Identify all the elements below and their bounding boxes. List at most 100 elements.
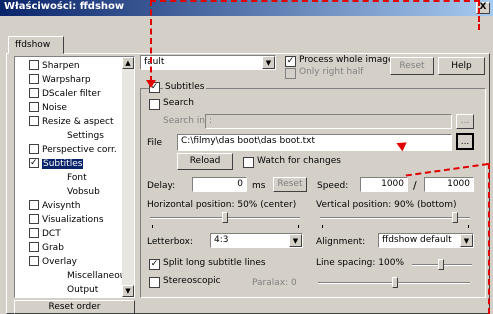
scroll-down-icon[interactable]: ▼ [122,285,134,297]
tree-item-label: Warpsharp [42,75,91,85]
delay-reset-button[interactable]: Reset [273,177,307,192]
search-browse-button[interactable]: ... [456,114,474,129]
letterbox-label: Letterbox: [147,237,193,247]
letterbox-value: 4:3 [214,235,229,245]
annotation-line [488,163,490,314]
tree-item-label: Sharpen [42,61,80,71]
search-checkbox[interactable] [149,99,160,110]
annotation-line [150,0,152,82]
tree-scrollbar[interactable]: ▲ ▼ [122,57,134,297]
tree-item-label: Vobsub [67,187,100,197]
tree-item-label: Settings [67,131,104,141]
tree-item[interactable]: Resize & aspect [15,115,123,129]
delay-unit: ms [252,181,266,191]
watch-label: Watch for changes [257,156,341,166]
reset-button[interactable]: Reset [390,57,434,75]
tree-item-label: Font [67,173,87,183]
file-browse-button[interactable]: ... [456,133,474,150]
vpos-slider[interactable] [452,212,458,223]
tree-item[interactable]: Warpsharp [15,73,123,87]
tree-item[interactable]: Vobsub [15,185,123,199]
title-bar: Właściwości: ffdshow X [0,0,493,16]
tree-item-label: Avisynth [42,201,81,211]
tree-item-checkbox[interactable] [29,241,39,252]
split-long-label: Split long subtitle lines [163,258,266,268]
speed-denominator[interactable]: 1000 [424,177,474,192]
hpos-tick [152,225,153,228]
tree-item[interactable]: Overlay [15,255,123,269]
tree-item-checkbox[interactable] [29,156,39,170]
tree-item-checkbox[interactable] [29,213,39,224]
tree-item[interactable]: Miscellaneous [15,269,130,283]
parallax-label: Paralax: 0 [252,278,297,288]
tree-item-label: Noise [42,103,67,113]
tree-item[interactable]: DScaler filter [15,87,123,101]
tree-item-checkbox[interactable] [29,227,39,238]
tree-item-checkbox[interactable] [29,115,39,126]
tree-item-label: DScaler filter [42,89,101,99]
chevron-down-icon: ▼ [460,234,473,247]
reload-button[interactable]: Reload [177,153,233,170]
tree-item-label: DCT [42,229,61,239]
tree-item-checkbox[interactable] [29,255,39,266]
chevron-down-icon: ▼ [262,56,275,69]
parallax-slider[interactable] [392,277,398,288]
hpos-tick [298,225,299,228]
tree-item-checkbox[interactable] [29,143,39,154]
vpos-tick [322,225,323,228]
watch-checkbox[interactable] [243,157,254,168]
only-right-checkbox[interactable] [285,68,296,79]
tree-item-label: Perspective corr. [42,145,117,155]
tab-ffdshow[interactable]: ffdshow [8,36,64,54]
tree-item[interactable]: DCT [15,227,123,241]
file-field[interactable]: C:\filmy\das boot\das boot.txt [177,134,452,151]
scroll-up-icon[interactable]: ▲ [122,57,134,69]
tree-item[interactable]: Font [15,171,123,185]
vpos-label: Vertical position: 90% (bottom) [316,200,457,210]
hpos-label: Horizontal position: 50% (center) [147,200,297,210]
letterbox-combo[interactable]: 4:3 ▼ [210,233,303,248]
annotation-line [478,0,480,30]
tree-item-label: Visualizations [42,215,104,225]
hpos-slider[interactable] [222,212,228,223]
help-button[interactable]: Help [438,57,485,75]
tree-item-checkbox[interactable] [29,59,39,70]
search-label: Search [163,98,194,108]
tree-item-checkbox[interactable] [29,199,39,210]
preset-value: fault [144,57,165,67]
tree-item[interactable]: Subtitles [15,156,123,171]
speed-numerator[interactable]: 1000 [360,177,408,192]
tree-item-label: Resize & aspect [42,117,114,127]
vpos-tick [468,225,469,228]
alignment-label: Alignment: [316,237,366,247]
chevron-down-icon: ▼ [289,234,302,247]
alignment-combo[interactable]: ffdshow default ▼ [378,233,474,248]
split-long-checkbox[interactable]: ✓ [149,259,160,270]
tree-item[interactable]: Avisynth [15,199,123,213]
stereoscopic-checkbox[interactable] [149,277,160,288]
only-right-label: Only right half [299,67,364,77]
line-spacing-slider[interactable] [438,259,444,270]
tree-item-label: Output [67,285,99,295]
tree-item[interactable]: Grab [15,241,123,255]
tree-item[interactable]: Output [15,283,123,297]
line-spacing-label: Line spacing: 100% [316,258,405,268]
tree-item[interactable]: Sharpen [15,59,123,73]
filter-tree[interactable]: Sharpen Warpsharp DScaler filter Noise Resiz… [14,56,135,298]
tree-item[interactable]: Settings [15,129,123,143]
preset-combo[interactable]: fault ▼ [140,55,276,70]
process-whole-checkbox[interactable]: ✓ [285,56,296,67]
process-whole-label: Process whole image [299,55,394,65]
tree-item-checkbox[interactable] [29,87,39,98]
subtitles-label: Subtitles [163,82,207,92]
stereoscopic-label: Stereoscopic [163,276,221,286]
delay-label: Delay: [147,181,176,191]
tree-item[interactable]: Noise [15,101,123,115]
tree-item-checkbox[interactable] [29,73,39,84]
search-in-field[interactable]: : [205,114,452,129]
arrow-down-icon [146,80,156,88]
tree-item-checkbox[interactable] [29,101,39,112]
tree-item[interactable]: Visualizations [15,213,123,227]
delay-field[interactable]: 0 [192,177,247,192]
reset-order-button[interactable]: Reset order [14,300,135,314]
